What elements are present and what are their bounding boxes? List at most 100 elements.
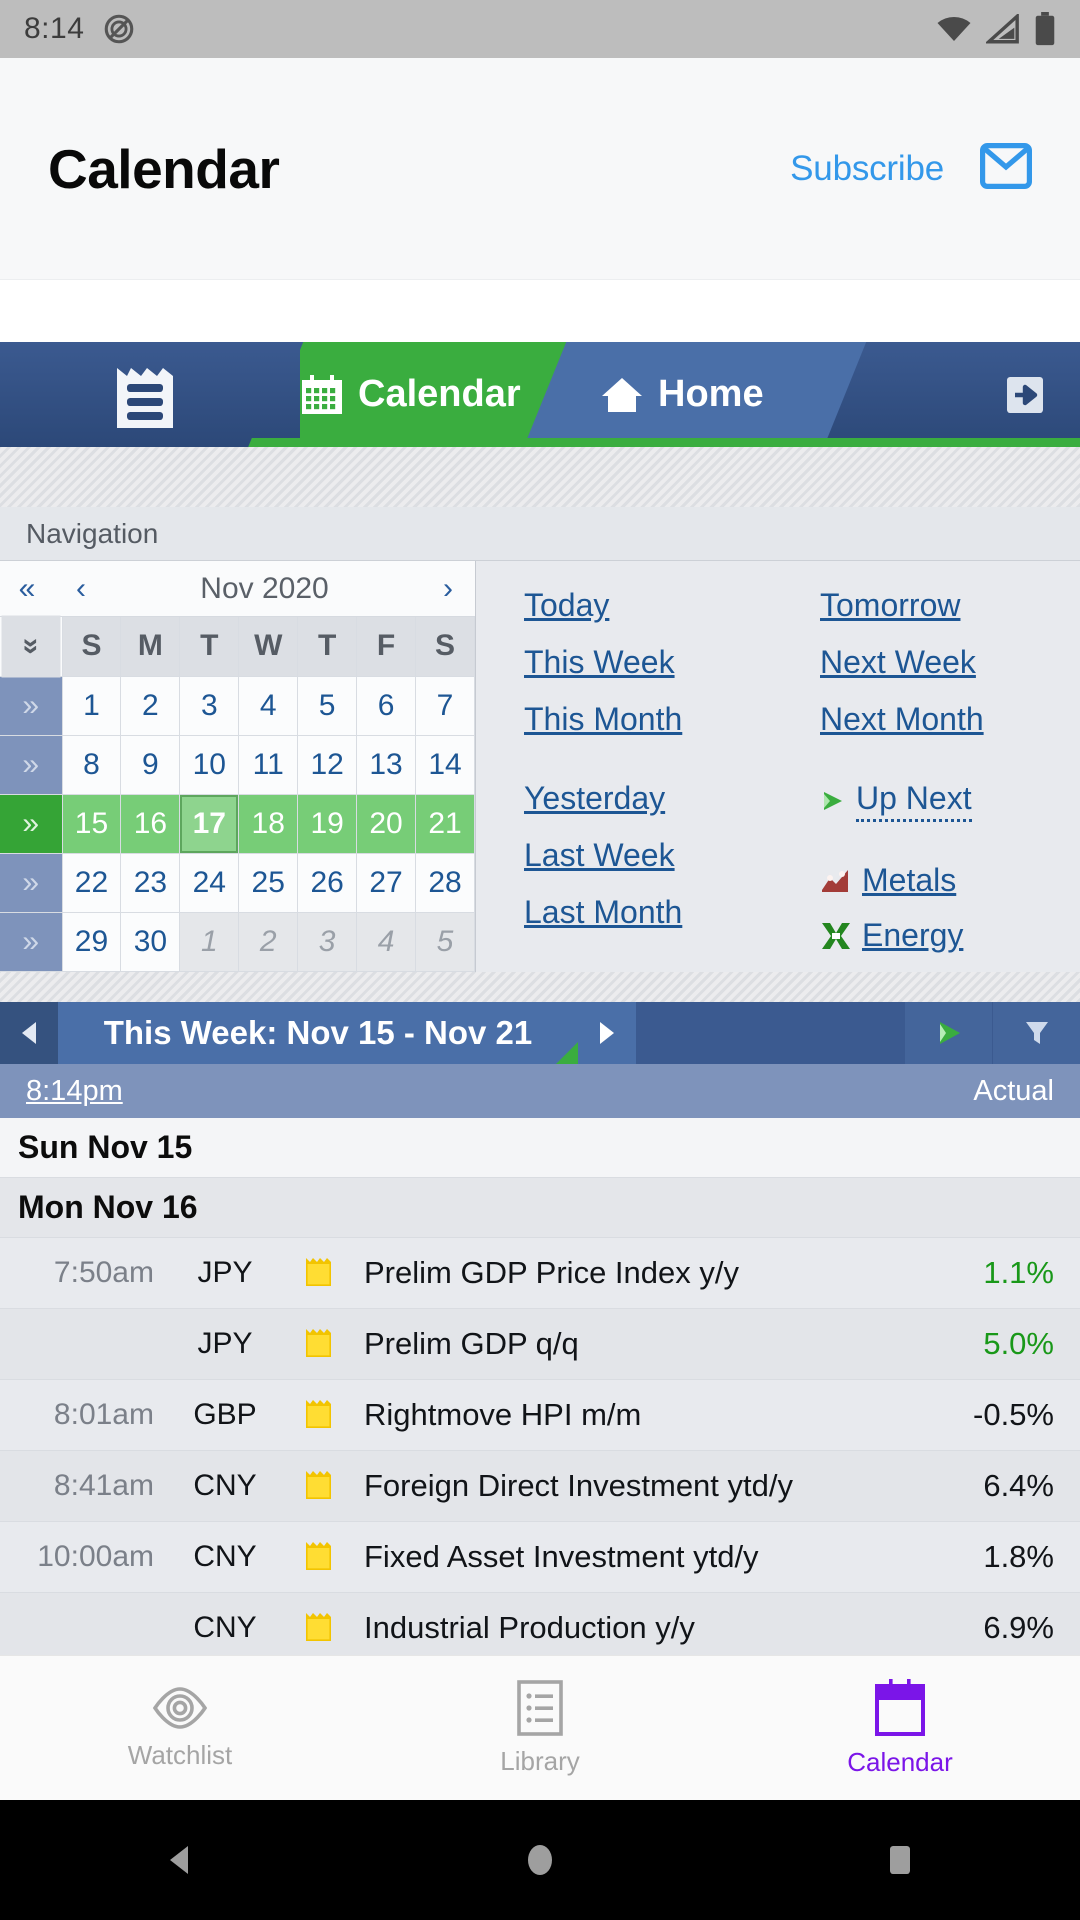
calendar-day-cell[interactable]: 3 (179, 676, 240, 736)
calendar-corner-button[interactable]: » (1, 615, 61, 678)
table-row[interactable]: 8:41am CNY Foreign Direct Investment ytd/y… (0, 1451, 1080, 1522)
navigation-panel: Navigation « ‹ Nov 2020 › » S M T W T F S » 1 2 3 4… (0, 507, 1080, 972)
circle-home-icon (528, 1845, 552, 1875)
week-range-label: This Week: Nov 15 - Nov 21 (103, 1014, 533, 1051)
quick-link-last-week[interactable]: Last Week (524, 837, 772, 874)
select-week-button-0[interactable]: » (0, 676, 63, 736)
calendar-day-cell[interactable]: 17 (179, 794, 240, 854)
calendar-day-cell[interactable]: 5 (415, 912, 475, 972)
quick-link-next-week[interactable]: Next Week (820, 644, 1080, 681)
select-week-button-3[interactable]: » (0, 853, 63, 913)
calendar-day-cell[interactable]: 3 (297, 912, 358, 972)
calendar-day-cell[interactable]: 6 (356, 676, 417, 736)
quick-links-spacer (524, 758, 772, 780)
quick-links-left-column: Today This Week This Month Yesterday Las… (524, 587, 772, 972)
quick-link-metals[interactable]: Metals (820, 862, 1080, 899)
calendar-day-cell[interactable]: 20 (356, 794, 417, 854)
calendar-day-cell[interactable]: 23 (120, 853, 181, 913)
week-prev-button[interactable] (0, 1002, 58, 1064)
calendar-day-cell[interactable]: 11 (238, 735, 299, 795)
select-week-button-1[interactable]: » (0, 735, 63, 795)
calendar-day-cell[interactable]: 2 (120, 676, 181, 736)
calendar-day-cell[interactable]: 8 (62, 735, 122, 795)
prev-month-button[interactable]: ‹ (54, 572, 108, 606)
calendar-day-cell[interactable]: 28 (415, 853, 475, 913)
subscribe-button[interactable]: Subscribe (790, 149, 944, 189)
calendar-day-cell[interactable]: 12 (297, 735, 358, 795)
next-month-button[interactable]: › (421, 572, 475, 606)
exit-button[interactable] (980, 342, 1070, 447)
prev-year-button[interactable]: « (0, 572, 54, 606)
quick-link-this-month[interactable]: This Month (524, 701, 772, 738)
calendar-day-cell[interactable]: 5 (297, 676, 358, 736)
calendar-day-cell[interactable]: 4 (356, 912, 417, 972)
week-play-button[interactable] (904, 1002, 992, 1064)
week-filter-button[interactable] (992, 1002, 1080, 1064)
event-actual-value: 6.4% (983, 1468, 1054, 1503)
table-row[interactable]: 7:50am JPY Prelim GDP Price Index y/y 1.1% (0, 1238, 1080, 1309)
calendar-day-cell[interactable]: 10 (179, 735, 240, 795)
week-next-button[interactable] (578, 1002, 636, 1064)
tab-green-underline (268, 438, 1080, 447)
site-tab-bar: Calendar Home (0, 342, 1080, 447)
home-icon (602, 377, 642, 412)
calendar-day-cell[interactable]: 15 (62, 794, 122, 854)
calendar-day-cell[interactable]: 26 (297, 853, 358, 913)
calendar-day-cell[interactable]: 16 (120, 794, 181, 854)
yellow-folder-icon (306, 1258, 331, 1286)
calendar-day-cell[interactable]: 1 (62, 676, 122, 736)
table-row[interactable]: 8:01am GBP Rightmove HPI m/m -0.5% (0, 1380, 1080, 1451)
month-calendar-header: « ‹ Nov 2020 › (0, 561, 475, 617)
android-back-button[interactable] (120, 1840, 240, 1880)
calendar-day-cell[interactable]: 25 (238, 853, 299, 913)
table-row[interactable]: JPY Prelim GDP q/q 5.0% (0, 1309, 1080, 1380)
quick-link-next-month[interactable]: Next Month (820, 701, 1080, 738)
calendar-day-cell[interactable]: 9 (120, 735, 181, 795)
select-week-button-4[interactable]: » (0, 912, 63, 972)
calendar-day-cell[interactable]: 29 (62, 912, 122, 972)
calendar-day-cell[interactable]: 24 (179, 853, 240, 913)
event-actual-value: 6.9% (983, 1610, 1054, 1645)
android-home-button[interactable] (480, 1840, 600, 1880)
envelope-icon[interactable] (979, 142, 1032, 194)
quick-link-tomorrow[interactable]: Tomorrow (820, 587, 1080, 624)
bottom-nav-calendar[interactable]: Calendar (720, 1656, 1080, 1800)
event-actual-value: -0.5% (973, 1397, 1054, 1432)
triangle-left-icon (22, 1022, 36, 1044)
quick-links: Today This Week This Month Yesterday Las… (476, 561, 1080, 972)
status-notification-icons (102, 12, 136, 46)
table-row[interactable]: CNY Industrial Production y/y 6.9% (0, 1593, 1080, 1664)
quick-link-today[interactable]: Today (524, 587, 772, 624)
weekday-header-3: W (238, 617, 299, 677)
site-logo-button[interactable] (0, 342, 300, 447)
current-time-link[interactable]: 8:14pm (26, 1075, 123, 1108)
calendar-day-cell[interactable]: 13 (356, 735, 417, 795)
calendar-day-cell[interactable]: 7 (415, 676, 475, 736)
event-title: Rightmove HPI m/m (364, 1397, 642, 1432)
quick-link-up-next[interactable]: Up Next (820, 780, 1080, 822)
calendar-day-cell[interactable]: 27 (356, 853, 417, 913)
bottom-nav-watchlist[interactable]: Watchlist (0, 1656, 360, 1800)
calendar-day-cell[interactable]: 18 (238, 794, 299, 854)
quick-link-this-week[interactable]: This Week (524, 644, 772, 681)
calendar-day-cell[interactable]: 1 (179, 912, 240, 972)
calendar-day-cell[interactable]: 22 (62, 853, 122, 913)
event-title: Foreign Direct Investment ytd/y (364, 1468, 793, 1503)
quick-link-yesterday[interactable]: Yesterday (524, 780, 772, 817)
table-row[interactable]: 10:00am CNY Fixed Asset Investment ytd/y 1.… (0, 1522, 1080, 1593)
calendar-day-cell[interactable]: 14 (415, 735, 475, 795)
actual-column-header: Actual (973, 1074, 1054, 1107)
quick-link-energy[interactable]: Energy (820, 917, 1080, 954)
tab-calendar[interactable]: Calendar (300, 342, 565, 447)
select-week-button-2[interactable]: » (0, 794, 63, 854)
android-recents-button[interactable] (840, 1840, 960, 1880)
calendar-day-cell[interactable]: 4 (238, 676, 299, 736)
week-range-title[interactable]: This Week: Nov 15 - Nov 21 (58, 1002, 578, 1064)
calendar-day-cell[interactable]: 2 (238, 912, 299, 972)
tab-home[interactable]: Home (600, 342, 860, 447)
bottom-nav-library[interactable]: Library (360, 1656, 720, 1800)
quick-link-last-month[interactable]: Last Month (524, 894, 772, 931)
calendar-day-cell[interactable]: 30 (120, 912, 181, 972)
calendar-day-cell[interactable]: 19 (297, 794, 358, 854)
calendar-day-cell[interactable]: 21 (415, 794, 475, 854)
